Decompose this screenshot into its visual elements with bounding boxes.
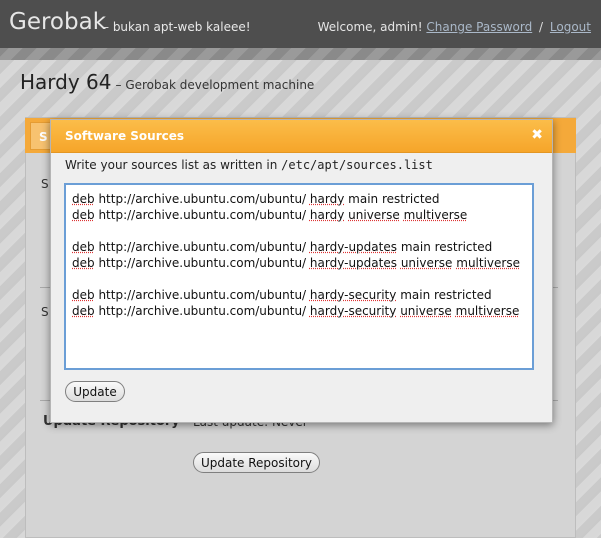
sources-line: deb http://archive.ubuntu.com/ubuntu/ ha… [72, 304, 520, 318]
section-label: S [41, 305, 49, 319]
sources-path: /etc/apt/sources.list [281, 158, 433, 172]
logout-link[interactable]: Logout [550, 20, 591, 34]
app-tagline: – bukan apt-web kaleee! [103, 20, 251, 34]
machine-description: – Gerobak development machine [115, 78, 315, 92]
menu-separator: / [539, 20, 544, 34]
update-repository-button[interactable]: Update Repository [193, 452, 320, 473]
top-bar: Gerobak – bukan apt-web kaleee! Welcome,… [0, 0, 601, 48]
sources-line: deb http://archive.ubuntu.com/ubuntu/ ha… [72, 240, 493, 254]
change-password-link[interactable]: Change Password [426, 20, 532, 34]
close-icon[interactable]: ✖ [531, 127, 543, 143]
panel-tab-label: S [39, 130, 48, 144]
app-logo[interactable]: Gerobak [9, 9, 106, 35]
software-sources-dialog: Software Sources ✖ Write your sources li… [50, 119, 553, 423]
sources-line [72, 223, 526, 239]
sources-line: deb http://archive.ubuntu.com/ubuntu/ ha… [72, 192, 440, 206]
welcome-text: Welcome, admin! [317, 20, 423, 34]
dialog-header: Software Sources ✖ [51, 120, 552, 153]
instruction-text: Write your sources list as written in [65, 158, 278, 172]
sources-line [72, 271, 526, 287]
sources-line: deb http://archive.ubuntu.com/ubuntu/ ha… [72, 208, 468, 222]
dialog-instruction: Write your sources list as written in /e… [65, 158, 433, 172]
sources-line: deb http://archive.ubuntu.com/ubuntu/ ha… [72, 256, 520, 270]
user-menu: Welcome, admin! Change Password / Logout [318, 20, 591, 34]
section-label: S [41, 177, 49, 191]
dialog-title: Software Sources [65, 129, 185, 143]
sources-list-textarea[interactable]: deb http://archive.ubuntu.com/ubuntu/ ha… [64, 183, 534, 370]
machine-name: Hardy 64 [20, 70, 112, 94]
update-button[interactable]: Update [65, 381, 125, 402]
sources-line: deb http://archive.ubuntu.com/ubuntu/ ha… [72, 288, 492, 302]
page-title: Hardy 64– Gerobak development machine [20, 70, 314, 94]
